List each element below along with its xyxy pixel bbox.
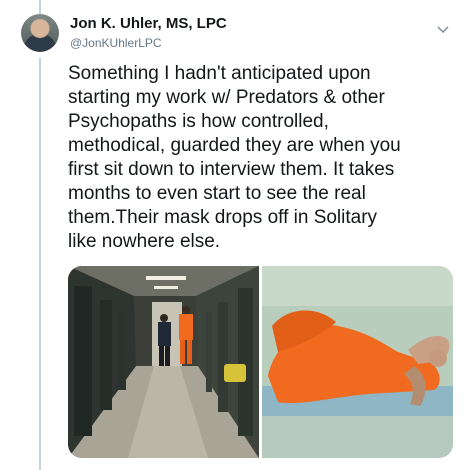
tweet-text-line: Something I hadn't anticipated upon xyxy=(68,63,371,84)
prison-corridor-photo[interactable] xyxy=(68,266,259,458)
tweet-text-line: months to even start to see the real xyxy=(68,183,366,204)
chevron-down-icon[interactable] xyxy=(436,22,450,36)
thread-connector-top xyxy=(39,0,41,14)
thread-connector xyxy=(39,58,41,470)
tweet-text-line: like nowhere else. xyxy=(68,231,221,252)
tweet-text-line: them.Their mask drops off in Solitary xyxy=(68,207,378,228)
solitary-cell-photo[interactable] xyxy=(262,266,453,458)
author-avatar[interactable] xyxy=(21,14,59,52)
tweet-text-line: Psychopaths is how controlled, xyxy=(68,111,329,132)
tweet-text-line: starting my work w/ Predators & other xyxy=(68,87,385,108)
tweet-text-line: first sit down to interview them. It tak… xyxy=(68,159,395,180)
author-name[interactable]: Jon K. Uhler, MS, LPC xyxy=(70,15,227,32)
tweet-text-line: methodical, guarded they are when you xyxy=(68,135,401,156)
tweet-text: Something I hadn't anticipated upon star… xyxy=(68,62,452,254)
author-handle[interactable]: @JonKUhlerLPC xyxy=(70,36,162,50)
tweet-media[interactable] xyxy=(68,266,453,458)
